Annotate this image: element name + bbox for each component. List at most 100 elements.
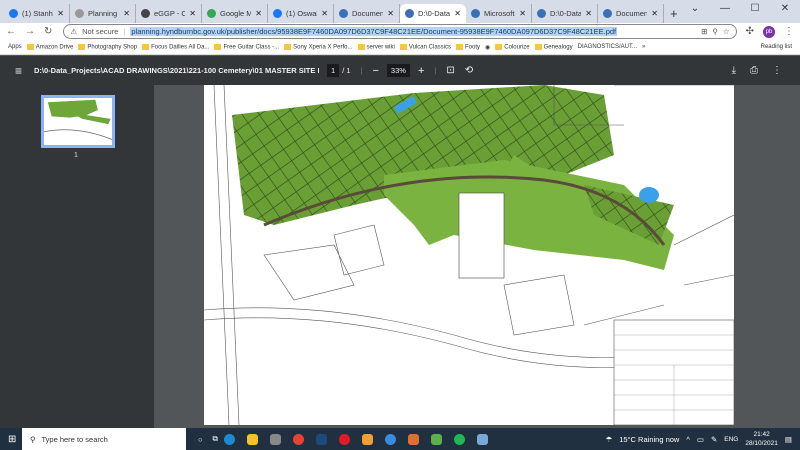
thumbnail-sidebar: 1 — [0, 85, 154, 428]
taskbar-search[interactable]: ⚲ Type here to search — [22, 428, 186, 450]
maximize-button[interactable]: ☐ — [740, 0, 770, 18]
star-icon[interactable]: ☆ — [723, 27, 730, 36]
network-icon[interactable]: ▭ — [697, 435, 704, 444]
bookmark-item[interactable]: Focus Dailies All Da... — [142, 43, 209, 50]
tab-close-icon[interactable]: ✕ — [651, 9, 658, 18]
bookmark-label: Genealogy — [543, 44, 573, 51]
address-bar-row: ← → ↻ ⚠ Not secure | planning.hyndburnbc… — [0, 23, 800, 40]
site-plan-drawing — [204, 85, 734, 425]
hamburger-menu-icon[interactable]: ≡ — [15, 64, 22, 78]
page-thumbnail[interactable] — [41, 95, 115, 148]
media-icon[interactable] — [269, 433, 281, 445]
tab-8[interactable]: D:\0-Data_P ✕ — [532, 4, 598, 23]
tab-close-icon[interactable]: ✕ — [57, 9, 64, 18]
app-icon[interactable] — [315, 433, 327, 445]
office-icon[interactable] — [361, 433, 373, 445]
avatar[interactable]: pb — [763, 25, 775, 38]
bookmark-item[interactable]: Photography Shop — [78, 43, 137, 50]
cortana-icon[interactable]: ○ — [198, 435, 203, 444]
notifications-icon[interactable]: ▤ — [785, 435, 792, 444]
file-explorer-icon[interactable] — [246, 433, 258, 445]
thunderbird-icon[interactable] — [384, 433, 396, 445]
tab-close-icon[interactable]: ✕ — [454, 9, 461, 18]
apps-button[interactable]: Apps — [8, 44, 22, 50]
bookmark-item[interactable]: DIAGNOSTICS/AUT... — [578, 44, 637, 50]
print-icon[interactable]: ⎙ — [750, 65, 758, 76]
spotify-icon[interactable] — [453, 433, 465, 445]
tab-close-icon[interactable]: ✕ — [189, 9, 196, 18]
zoom-icon[interactable]: ⚲ — [712, 27, 718, 36]
bookmark-item[interactable]: » — [642, 44, 645, 50]
extensions-icon[interactable]: ✣ — [746, 26, 754, 37]
notepad-icon[interactable] — [476, 433, 488, 445]
bookmark-item[interactable]: Reading list — [761, 44, 792, 50]
tab-close-icon[interactable]: ✕ — [255, 9, 262, 18]
search-placeholder: Type here to search — [41, 434, 108, 444]
close-button[interactable]: ✕ — [770, 0, 800, 18]
weather-icon: ☂ — [605, 434, 613, 444]
bookmark-item[interactable]: Colourize — [495, 43, 530, 50]
page-number-input[interactable]: 1 — [327, 64, 340, 77]
bookmark-item[interactable]: Amazon Drive — [26, 43, 73, 50]
pen-icon[interactable]: ✎ — [711, 435, 717, 444]
tab-3[interactable]: Google Map ✕ — [202, 4, 268, 23]
rotate-icon[interactable]: ⟲ — [465, 65, 473, 76]
download-icon[interactable]: ⤓ — [732, 65, 736, 76]
bookmark-item[interactable]: Vulcan Classics — [399, 43, 451, 50]
qr-icon[interactable]: ⊞ — [701, 27, 707, 36]
tab-1[interactable]: Planning Ap ✕ — [70, 4, 136, 23]
weather-text[interactable]: 15°C Raining now — [619, 435, 679, 444]
menu-icon[interactable]: ⋮ — [784, 26, 794, 37]
bookmark-item[interactable]: Sony Xperia X Perfo... — [284, 43, 353, 50]
zoom-level-input[interactable]: 33% — [386, 64, 410, 77]
tab-7[interactable]: Microsoft W ✕ — [466, 4, 532, 23]
tray-chevron-icon[interactable]: ^ — [686, 435, 690, 444]
tab-6[interactable]: D:\0-Data_P✕ — [400, 4, 466, 23]
thumbnail-page-number: 1 — [74, 152, 78, 159]
edge-icon[interactable] — [223, 433, 235, 445]
task-view-icon[interactable]: ⧉ — [213, 434, 218, 444]
folder-icon — [284, 43, 292, 50]
bookmark-item[interactable]: Genealogy — [534, 43, 573, 51]
tab-close-icon[interactable]: ✕ — [585, 9, 592, 18]
bookmark-item[interactable]: server wiki — [357, 43, 395, 50]
opera-icon[interactable] — [338, 433, 350, 445]
tab-title: eGGP - Onli — [154, 9, 185, 18]
reload-icon[interactable]: ↻ — [44, 26, 52, 37]
minimize-button[interactable]: — — [710, 0, 740, 18]
folder-icon — [142, 43, 150, 50]
chart-icon — [75, 9, 84, 18]
tab-2[interactable]: eGGP - Onli ✕ — [136, 4, 202, 23]
language[interactable]: ENG — [724, 436, 738, 443]
back-icon[interactable]: ← — [6, 26, 16, 37]
bookmark-globe-icon[interactable]: ◉ — [485, 44, 490, 51]
chrome-icon[interactable] — [292, 433, 304, 445]
bookmark-item[interactable]: Footy — [456, 43, 480, 50]
fit-page-icon[interactable]: ⊡ — [446, 65, 454, 76]
tab-9[interactable]: Document ✕ — [598, 4, 664, 23]
bookmark-label: Reading list — [760, 44, 792, 50]
windows-start-icon[interactable]: ⊞ — [8, 434, 16, 445]
facebook-icon — [273, 9, 282, 18]
tab-0[interactable]: (1) Stanhill ✕ — [4, 4, 70, 23]
tab-close-icon[interactable]: ✕ — [387, 9, 394, 18]
tab-5[interactable]: Document ✕ — [334, 4, 400, 23]
app-icon-green[interactable] — [430, 433, 442, 445]
tab-close-icon[interactable]: ✕ — [519, 9, 526, 18]
zoom-in-button[interactable]: + — [418, 65, 424, 77]
folder-icon — [495, 43, 503, 50]
more-icon[interactable]: ⋮ — [772, 65, 782, 76]
clock[interactable]: 21:42 28/10/2021 — [745, 430, 778, 448]
tab-close-icon[interactable]: ✕ — [123, 9, 130, 18]
tab-title: Planning Ap — [88, 9, 119, 18]
xampp-icon[interactable] — [407, 433, 419, 445]
omnibox[interactable]: ⚠ Not secure | planning.hyndburnbc.gov.u… — [63, 24, 737, 39]
zoom-out-button[interactable]: − — [372, 65, 378, 77]
tab-search-icon[interactable]: ⌄ — [680, 0, 710, 18]
url-input[interactable]: planning.hyndburnbc.gov.uk/publisher/doc… — [130, 27, 618, 36]
tab-4[interactable]: (1) Oswaldt ✕ — [268, 4, 334, 23]
bookmark-item[interactable]: Free Guitar Class -... — [214, 43, 279, 50]
tab-close-icon[interactable]: ✕ — [321, 9, 328, 18]
forward-icon[interactable]: → — [25, 26, 35, 37]
tab-title: Document — [616, 9, 648, 18]
